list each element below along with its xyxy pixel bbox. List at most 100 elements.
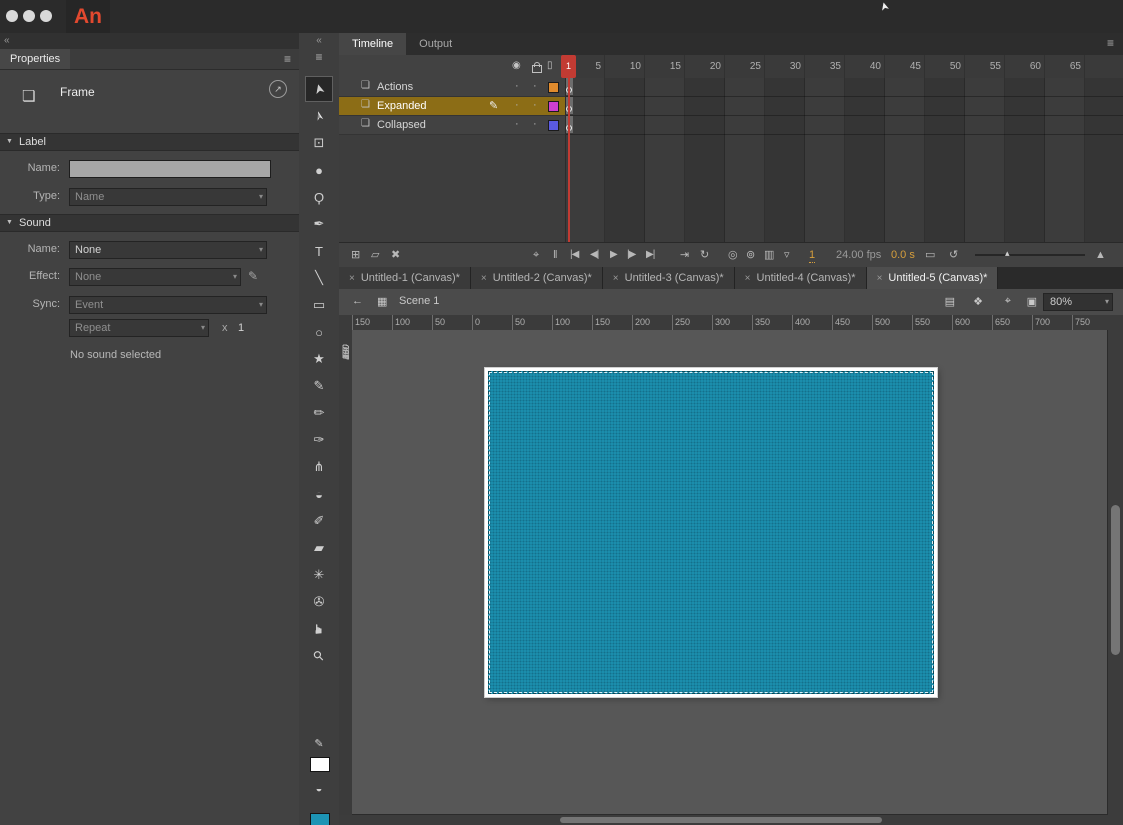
play-button[interactable]: ▶	[610, 248, 617, 262]
stage[interactable]	[485, 368, 937, 697]
asset-warp-tool[interactable]: ✳	[305, 562, 333, 588]
classic-brush-tool[interactable]: ✏	[305, 400, 333, 426]
camera-tool[interactable]: ✇	[305, 589, 333, 615]
oval-tool[interactable]: ○	[305, 319, 333, 345]
scene-name[interactable]: Scene 1	[399, 295, 439, 307]
Actions[interactable]	[565, 78, 1123, 97]
loop-range-marker-button[interactable]: ‖	[553, 248, 558, 262]
vertical-scrollbar[interactable]	[1107, 330, 1123, 815]
go-to-last-frame-button[interactable]: ▶|	[646, 248, 654, 262]
collapse-tools-icon[interactable]: «	[299, 35, 339, 46]
horizontal-scrollbar-thumb[interactable]	[560, 817, 882, 823]
layer-color-swatch[interactable]	[548, 101, 559, 112]
sound-name-select[interactable]: None ▾	[69, 241, 267, 259]
layer-color-swatch[interactable]	[548, 120, 559, 131]
sound-repeat-select[interactable]: Repeat ▾	[69, 319, 209, 337]
rectangle-tool[interactable]: ▭	[305, 292, 333, 318]
modify-markers-button[interactable]: ▿	[784, 248, 790, 262]
pen-tool[interactable]: ✒	[305, 211, 333, 237]
lasso-tool[interactable]: Ϙ	[305, 184, 333, 210]
layer-visibility-dot[interactable]: ·	[515, 99, 519, 111]
slider-thumb[interactable]: ▴	[1005, 248, 1010, 259]
step-forward-button[interactable]: |▶	[627, 248, 635, 262]
delete-layer-button[interactable]: ✖	[391, 248, 400, 262]
close-window-button[interactable]	[6, 10, 18, 22]
eraser-tool[interactable]: ▰	[305, 535, 333, 561]
layer-lock-dot[interactable]: ·	[533, 80, 537, 92]
document-tab[interactable]: × Untitled-3 (Canvas)*	[603, 267, 735, 289]
sound-effect-select[interactable]: None ▾	[69, 268, 241, 286]
edit-multiple-frames-button[interactable]: ▥	[764, 248, 774, 262]
tools-menu-icon[interactable]: ≡	[299, 50, 339, 64]
layer-visibility-dot[interactable]: ·	[515, 80, 519, 92]
stage-zoom-select[interactable]: 80% ▾	[1043, 293, 1113, 311]
Expanded[interactable]: ✎ ❏ Expanded · ·	[339, 97, 565, 116]
current-frame-value[interactable]: 1	[809, 248, 815, 263]
clip-content-button[interactable]: ▣	[1027, 295, 1037, 308]
panel-tab[interactable]: Output	[406, 33, 465, 55]
document-tab[interactable]: × Untitled-4 (Canvas)*	[735, 267, 867, 289]
line-tool[interactable]: ╲	[305, 265, 333, 291]
center-stage-button[interactable]: ⌖	[1005, 295, 1011, 308]
new-layer-button[interactable]: ⊞	[351, 248, 360, 262]
close-icon[interactable]: ×	[877, 273, 883, 284]
lock-icon[interactable]	[532, 65, 542, 73]
sound-sync-select[interactable]: Event ▾	[69, 296, 267, 314]
loop-button[interactable]: ↻	[700, 248, 709, 262]
stroke-color-swatch[interactable]	[310, 757, 330, 772]
layer-color-swatch[interactable]	[548, 82, 559, 93]
edit-scene-button[interactable]: ▤	[945, 295, 955, 308]
layer-visibility-dot[interactable]: ·	[515, 118, 519, 130]
layer-lock-dot[interactable]: ·	[533, 99, 537, 111]
document-tab[interactable]: × Untitled-1 (Canvas)*	[339, 267, 471, 289]
eye-icon[interactable]: ◉	[512, 60, 521, 71]
free-transform-tool[interactable]: ⊡	[305, 130, 333, 156]
close-icon[interactable]: ×	[481, 273, 487, 284]
polystar-tool[interactable]: ★	[305, 346, 333, 372]
new-folder-button[interactable]: ▱	[371, 248, 379, 262]
frame-number-ruler[interactable]: 5101520253035404550556065	[565, 55, 1123, 79]
Actions[interactable]: ✎ ❏ Actions · ·	[339, 78, 565, 97]
pencil-tool[interactable]: ✎	[305, 373, 333, 399]
pasteboard[interactable]	[352, 330, 1108, 815]
label-type-select[interactable]: Name ▾	[69, 188, 267, 206]
back-arrow-icon[interactable]: ←	[352, 295, 363, 307]
zoom-window-button[interactable]	[40, 10, 52, 22]
zoom-tool[interactable]: ⚲	[305, 643, 333, 669]
close-icon[interactable]: ×	[349, 273, 355, 284]
hand-tool[interactable]: ☛	[305, 616, 333, 642]
timeline-menu-icon[interactable]: ≡	[1107, 36, 1114, 50]
collapse-panel-icon[interactable]: «	[4, 35, 10, 46]
tab-properties[interactable]: Properties	[0, 49, 70, 69]
Collapsed[interactable]: ✎ ❏ Collapsed · ·	[339, 116, 565, 135]
playhead[interactable]: 1	[561, 55, 576, 78]
bone-tool[interactable]: ⋔	[305, 454, 333, 480]
paint-brush-tool[interactable]: ✑	[305, 427, 333, 453]
panel-tab[interactable]: Timeline	[339, 33, 406, 55]
panel-menu-icon[interactable]: ≡	[284, 52, 291, 66]
selection-tool[interactable]: ➤	[305, 76, 333, 102]
paint-bucket-tool[interactable]: ◒	[305, 481, 333, 507]
outline-icon[interactable]: ▯	[547, 60, 553, 71]
onion-skin-button[interactable]: ◎	[728, 248, 738, 262]
close-icon[interactable]: ×	[613, 273, 619, 284]
help-circle-button[interactable]: ↗	[269, 80, 287, 98]
fit-timeline-button[interactable]: ▭	[925, 248, 935, 262]
close-icon[interactable]: ×	[745, 273, 751, 284]
vertical-scrollbar-thumb[interactable]	[1111, 505, 1120, 655]
text-tool[interactable]: T	[305, 238, 333, 264]
document-tab[interactable]: × Untitled-5 (Canvas)*	[867, 267, 999, 289]
subselection-tool[interactable]: ➢	[305, 103, 333, 129]
gradient-transform-tool[interactable]: ●	[305, 157, 333, 183]
step-back-button[interactable]: ◀|	[590, 248, 598, 262]
frame-rate-value[interactable]: 24.00 fps	[836, 248, 881, 262]
layer-lock-dot[interactable]: ·	[533, 118, 537, 130]
timeline-zoom-max-icon[interactable]: ▲	[1095, 248, 1106, 262]
horizontal-scrollbar[interactable]	[352, 814, 1108, 825]
center-frame-button[interactable]: ⌖	[533, 248, 539, 262]
Collapsed[interactable]	[565, 116, 1123, 135]
frame-label-name-input[interactable]	[69, 160, 271, 178]
sound-section-header[interactable]: ▼ Sound	[0, 214, 299, 232]
timeline-zoom-slider[interactable]: ▴	[975, 254, 1085, 256]
edit-effect-pencil-icon[interactable]: ✎	[248, 269, 258, 283]
